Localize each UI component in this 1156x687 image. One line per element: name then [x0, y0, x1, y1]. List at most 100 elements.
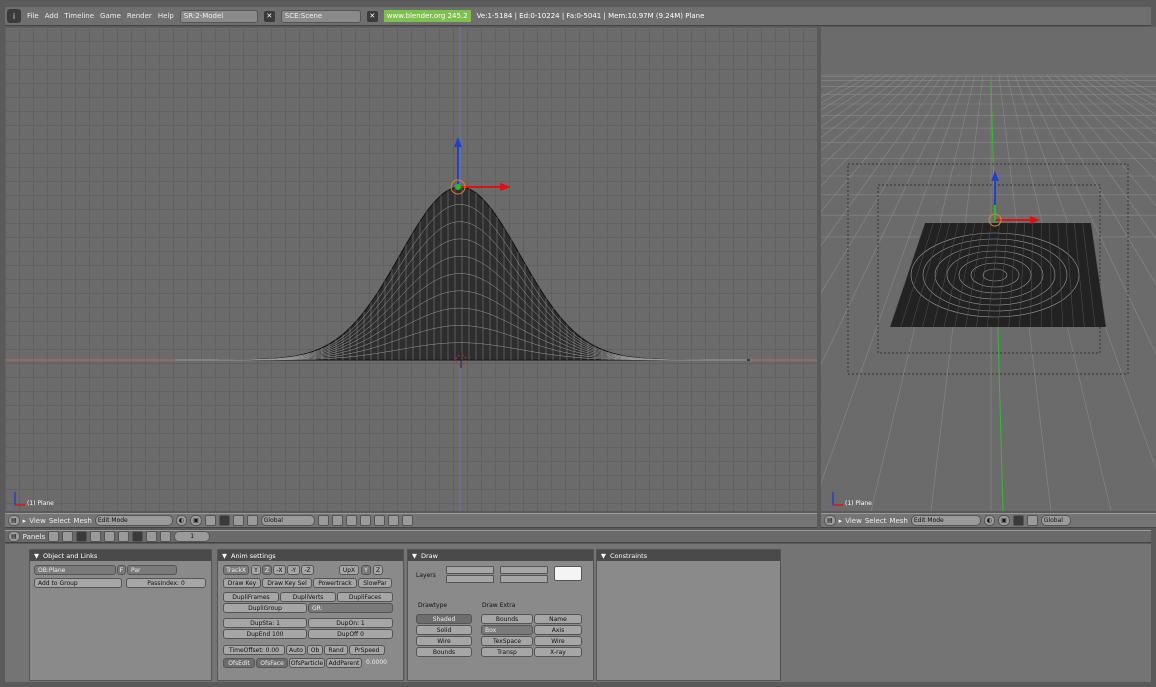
group-field[interactable]: GR:: [308, 603, 393, 613]
gaussian-mesh[interactable]: [175, 186, 750, 361]
scene-selector[interactable]: SCE:Scene: [280, 9, 361, 23]
object-links-header[interactable]: ▼ Object and Links: [30, 550, 211, 561]
constraints-header[interactable]: ▼ Constraints: [597, 550, 780, 561]
draw-type-icon[interactable]: ◐: [175, 515, 188, 526]
manipulator-rotate-icon[interactable]: [246, 515, 258, 526]
dupon-field[interactable]: DupOn: 1: [308, 618, 393, 628]
anim-settings-header[interactable]: ▼ Anim settings: [218, 550, 403, 561]
lock-layers-icon[interactable]: ▣: [190, 515, 202, 526]
object-context-icon[interactable]: [90, 531, 102, 542]
bounds-type-menu[interactable]: Box: [481, 625, 533, 635]
delete-screen-icon[interactable]: ✕: [263, 10, 275, 22]
layer-buttons-group2[interactable]: [446, 575, 494, 583]
drawtype-solid-button[interactable]: Solid: [416, 625, 472, 635]
pass-index-field[interactable]: PassIndex: 0: [126, 578, 206, 588]
dupliframes-button[interactable]: DupliFrames: [223, 592, 279, 602]
menu-select-right[interactable]: Select: [865, 517, 887, 525]
orientation-selector[interactable]: Global: [260, 515, 315, 526]
parent-field[interactable]: Par: [127, 565, 177, 575]
panels-menu[interactable]: Panels: [23, 533, 46, 541]
fake-user-button[interactable]: F: [117, 565, 126, 575]
blender-icon[interactable]: i: [7, 9, 21, 23]
frame-number-field[interactable]: 1: [174, 531, 211, 542]
powertrack-button[interactable]: Powertrack: [313, 578, 357, 588]
menu-timeline[interactable]: Timeline: [64, 12, 94, 20]
mode-selector[interactable]: Edit Mode: [94, 515, 173, 526]
editor-type-icon-right[interactable]: ▤: [824, 515, 836, 526]
auto-button[interactable]: Auto: [286, 645, 306, 655]
drawtype-bounds-button[interactable]: Bounds: [416, 647, 472, 657]
manipulator-move-icon-right[interactable]: [1026, 515, 1038, 526]
physics-subcontext-icon[interactable]: [146, 531, 158, 542]
blender-url[interactable]: www.blender.org 245.2: [383, 10, 471, 22]
orientation-selector-right[interactable]: Global: [1040, 515, 1071, 526]
screen-selector[interactable]: SR:2-Model: [179, 9, 258, 23]
delete-scene-icon[interactable]: ✕: [366, 10, 378, 22]
collapse-icon[interactable]: ▼: [412, 552, 417, 560]
extra-name-button[interactable]: Name: [534, 614, 582, 624]
menu-view-right[interactable]: View: [845, 517, 862, 525]
object-color-swatch[interactable]: [554, 566, 582, 581]
menu-help[interactable]: Help: [158, 12, 174, 20]
drawtype-shaded-button[interactable]: Shaded: [416, 614, 472, 624]
up-x-button[interactable]: UpX: [339, 565, 359, 575]
scene-context-icon[interactable]: [118, 531, 130, 542]
extra-bounds-button[interactable]: Bounds: [481, 614, 533, 624]
draw-type-icon-right[interactable]: ◐: [983, 515, 996, 526]
drawtype-wire-button[interactable]: Wire: [416, 636, 472, 646]
extra-axis-button[interactable]: Axis: [534, 625, 582, 635]
face-select-icon[interactable]: [345, 515, 357, 526]
dupoff-field[interactable]: DupOff 0: [308, 629, 393, 639]
menu-add[interactable]: Add: [45, 12, 59, 20]
extra-texspace-button[interactable]: TexSpace: [481, 636, 533, 646]
collapse-icon[interactable]: ▼: [34, 552, 39, 560]
track-y-button[interactable]: Y: [251, 565, 261, 575]
draw-header[interactable]: ▼ Draw: [408, 550, 593, 561]
dupliverts-button[interactable]: DupliVerts: [280, 592, 336, 602]
dupligroup-button[interactable]: DupliGroup: [223, 603, 307, 613]
shading-context-icon[interactable]: [76, 531, 88, 542]
manipulator-toggle-icon-right[interactable]: [1012, 515, 1024, 526]
menu-mesh-right[interactable]: Mesh: [889, 517, 907, 525]
pivot-icon[interactable]: [204, 515, 216, 526]
rand-button[interactable]: Rand: [324, 645, 348, 655]
edge-select-icon[interactable]: [331, 515, 343, 526]
vertex-select-icon[interactable]: [317, 515, 329, 526]
camera-3d-viewport[interactable]: (1) Plane: [821, 27, 1156, 511]
addparent-button[interactable]: AddParent: [326, 658, 362, 668]
track-negy-button[interactable]: -Y: [287, 565, 300, 575]
prspeed-button[interactable]: PrSpeed: [349, 645, 385, 655]
mode-selector-right[interactable]: Edit Mode: [910, 515, 981, 526]
ofsparticle-button[interactable]: OfsParticle: [289, 658, 325, 668]
proportional-icon[interactable]: [373, 515, 385, 526]
script-context-icon[interactable]: [62, 531, 74, 542]
menu-select[interactable]: Select: [49, 517, 71, 525]
editing-context-icon[interactable]: [104, 531, 116, 542]
menu-mesh[interactable]: Mesh: [73, 517, 91, 525]
dupend-field[interactable]: DupEnd 100: [223, 629, 307, 639]
track-negx-button[interactable]: -X: [273, 565, 286, 575]
lock-layers-icon-right[interactable]: ▣: [998, 515, 1010, 526]
ob-button[interactable]: Ob: [307, 645, 323, 655]
logic-context-icon[interactable]: [48, 531, 60, 542]
layer-buttons-group4[interactable]: [500, 575, 548, 583]
draw-key-sel-button[interactable]: Draw Key Sel: [262, 578, 312, 588]
up-z-button[interactable]: Z: [373, 565, 383, 575]
occlude-icon[interactable]: [359, 515, 371, 526]
extra-wire-button[interactable]: Wire: [534, 636, 582, 646]
menu-view[interactable]: View: [29, 517, 46, 525]
ofsedit-button[interactable]: OfsEdit: [223, 658, 255, 668]
track-x-button[interactable]: TrackX: [223, 565, 249, 575]
particles-subcontext-icon[interactable]: [160, 531, 172, 542]
object-name-field[interactable]: OB:Plane: [34, 565, 116, 575]
transform-manipulator-right[interactable]: [988, 171, 1040, 227]
front-3d-viewport[interactable]: (1) Plane: [5, 27, 817, 511]
slowpar-button[interactable]: SlowPar: [358, 578, 392, 588]
collapse-icon[interactable]: ▼: [222, 552, 227, 560]
add-to-group-menu[interactable]: Add to Group: [34, 578, 122, 588]
extra-xray-button[interactable]: X-ray: [534, 647, 582, 657]
track-negz-button[interactable]: -Z: [301, 565, 314, 575]
front-view-canvas[interactable]: [5, 27, 817, 511]
collapse-menus-icon[interactable]: ▸: [23, 517, 27, 525]
object-subcontext-icon[interactable]: [132, 531, 144, 542]
